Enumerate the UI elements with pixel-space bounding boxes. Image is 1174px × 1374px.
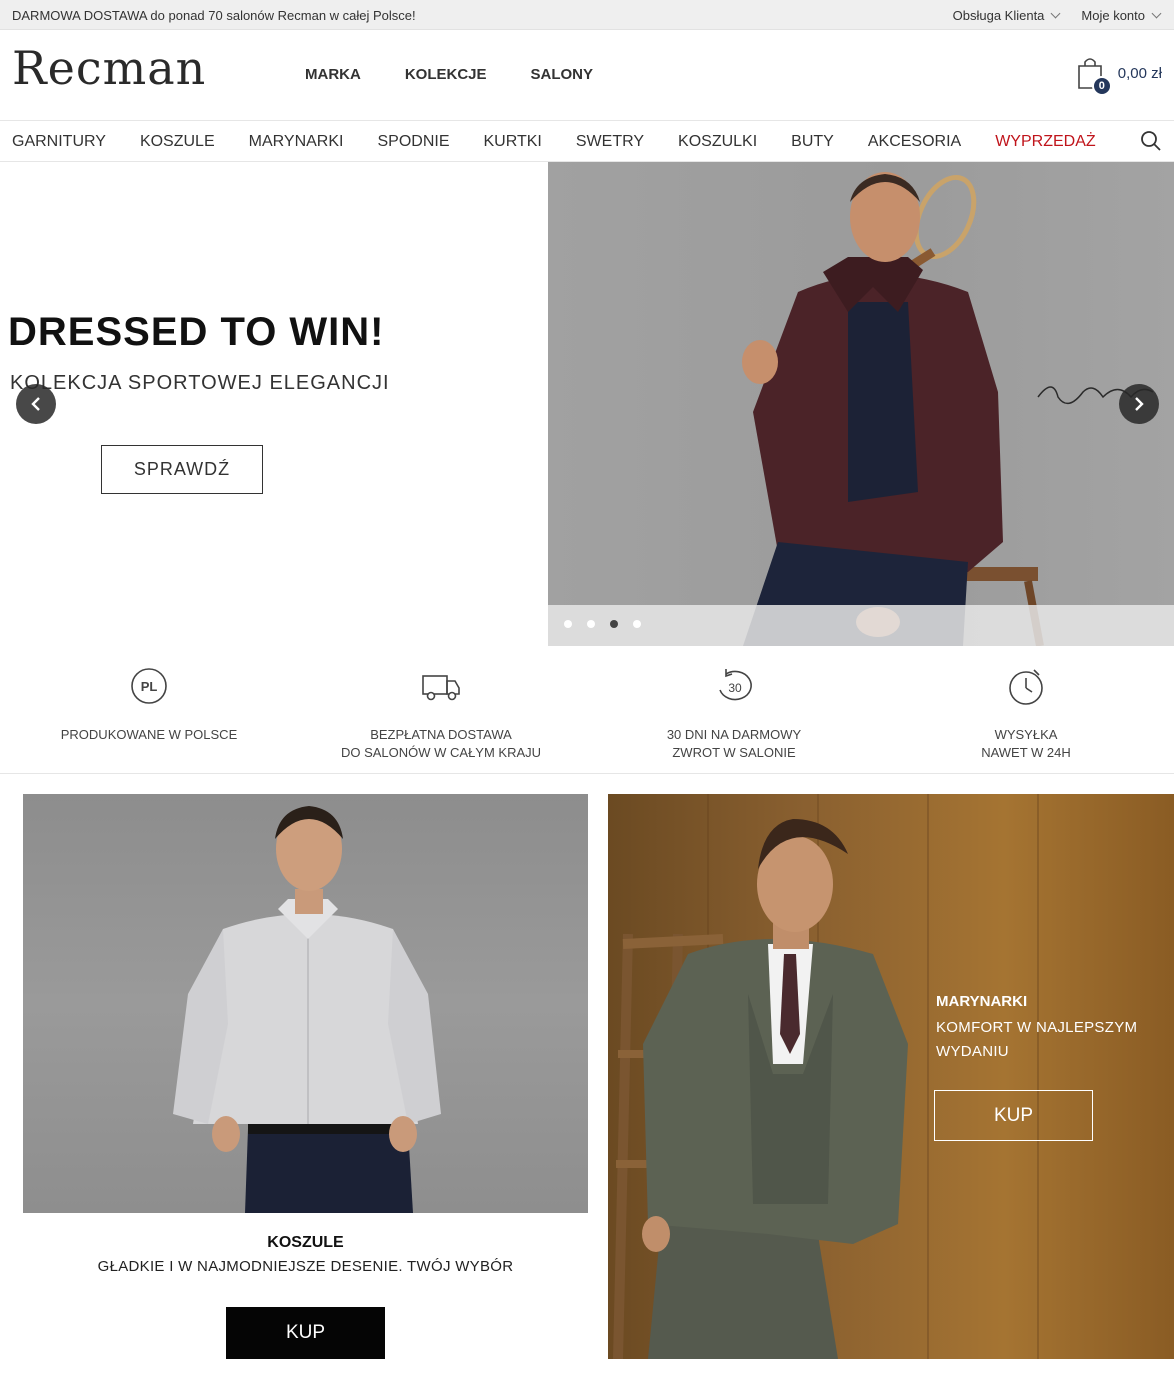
shirts-buy-button[interactable]: KUP: [226, 1307, 385, 1359]
shirts-caption: KOSZULE GŁADKIE I W NAJMODNIEJSZE DESENI…: [23, 1234, 588, 1275]
category-kurtki[interactable]: KURTKI: [483, 133, 541, 151]
cart-count-badge: 0: [1091, 76, 1112, 96]
slider-dot-4[interactable]: [633, 620, 641, 628]
shopping-bag-icon: 0: [1076, 56, 1112, 96]
stopwatch-icon: [1006, 666, 1046, 706]
hero-subtitle: KOLEKCJA SPORTOWEJ ELEGANCJI: [10, 372, 390, 394]
top-info-bar: DARMOWA DOSTAWA do ponad 70 salonów Recm…: [0, 0, 1174, 30]
features-bar: PL PRODUKOWANE W POLSCE BEZPŁATNA DOSTAW…: [0, 646, 1174, 774]
cart-total: 0,00 zł: [1117, 64, 1162, 82]
hero-check-button[interactable]: SPRAWDŹ: [101, 445, 263, 494]
feature-line-1: 30 DNI NA DARMOWY: [666, 727, 802, 742]
slider-dot-3[interactable]: [610, 620, 618, 628]
feature-shipping-24h: WYSYŁKA NAWET W 24H: [880, 666, 1172, 762]
category-swetry[interactable]: SWETRY: [576, 133, 644, 151]
category-koszule[interactable]: KOSZULE: [140, 133, 215, 151]
category-nav: GARNITURY KOSZULE MARYNARKI SPODNIE KURT…: [0, 121, 1174, 162]
chevron-left-icon: [31, 397, 40, 411]
category-buty[interactable]: BUTY: [791, 133, 834, 151]
recman-logo[interactable]: Recman: [12, 41, 240, 102]
feature-made-in-poland: PL PRODUKOWANE W POLSCE: [3, 666, 295, 744]
svg-text:PL: PL: [141, 679, 158, 694]
slider-pagination: [548, 605, 1174, 646]
blazers-tile-image[interactable]: [608, 794, 1174, 1359]
svg-text:30: 30: [728, 681, 742, 695]
search-icon[interactable]: [1140, 130, 1162, 152]
shirts-subtitle: GŁADKIE I W NAJMODNIEJSZE DESENIE. TWÓJ …: [97, 1258, 514, 1275]
category-garnitury[interactable]: GARNITURY: [12, 133, 106, 151]
feature-30-days-return: 30 30 DNI NA DARMOWY ZWROT W SALONIE: [588, 666, 880, 762]
feature-line-1: BEZPŁATNA DOSTAWA: [370, 727, 512, 742]
nav-marka[interactable]: MARKA: [305, 66, 361, 83]
nav-salony[interactable]: SALONY: [531, 66, 594, 83]
free-delivery-promo: DARMOWA DOSTAWA do ponad 70 salonów Recm…: [12, 8, 416, 23]
slider-prev-button[interactable]: [16, 384, 56, 424]
slider-dot-1[interactable]: [564, 620, 572, 628]
site-header: Recman MARKA KOLEKCJE SALONY 0 0,00 zł: [0, 30, 1174, 121]
my-account-label: Moje konto: [1081, 8, 1145, 23]
shirt-model-illustration: [173, 806, 441, 1213]
shirts-tile-image[interactable]: [23, 794, 588, 1213]
main-nav: MARKA KOLEKCJE SALONY: [305, 66, 593, 83]
blazers-buy-button[interactable]: KUP: [934, 1090, 1093, 1141]
cart-button[interactable]: 0 0,00 zł: [1076, 56, 1162, 96]
nav-kolekcje[interactable]: KOLEKCJE: [405, 66, 487, 83]
feature-line-2: DO SALONÓW W CAŁYM KRAJU: [340, 745, 542, 760]
category-spodnie[interactable]: SPODNIE: [377, 133, 449, 151]
delivery-truck-icon: [421, 666, 461, 706]
hero-slider: DRESSED TO WIN! KOLEKCJA SPORTOWEJ ELEGA…: [0, 162, 1174, 646]
chevron-down-icon: [1050, 8, 1061, 19]
slider-next-button[interactable]: [1119, 384, 1159, 424]
slider-dot-2[interactable]: [587, 620, 595, 628]
chevron-down-icon: [1151, 8, 1162, 19]
blazers-title: MARYNARKI: [936, 993, 1028, 1010]
pl-badge-icon: PL: [129, 666, 169, 706]
category-marynarki[interactable]: MARYNARKI: [249, 133, 344, 151]
feature-line-2: NAWET W 24H: [981, 745, 1071, 760]
chevron-right-icon: [1135, 397, 1144, 411]
svg-text:Recman: Recman: [12, 44, 206, 90]
customer-service-dropdown[interactable]: Obsługa Klienta: [952, 8, 1061, 23]
feature-line-1: WYSYŁKA: [994, 727, 1058, 742]
logo-wordmark: Recman: [12, 41, 206, 95]
hero-text-panel: DRESSED TO WIN! KOLEKCJA SPORTOWEJ ELEGA…: [0, 162, 548, 646]
category-akcesoria[interactable]: AKCESORIA: [868, 133, 961, 151]
hero-title: DRESSED TO WIN!: [8, 310, 385, 354]
my-account-dropdown[interactable]: Moje konto: [1081, 8, 1162, 23]
blazer-model-illustration: [613, 794, 1039, 1359]
hero-model-illustration: [742, 172, 1154, 646]
feature-free-delivery: BEZPŁATNA DOSTAWA DO SALONÓW W CAŁYM KRA…: [295, 666, 587, 762]
blazers-subtitle: KOMFORT W NAJLEPSZYM WYDANIU: [936, 1019, 1138, 1060]
category-koszulki[interactable]: KOSZULKI: [678, 133, 757, 151]
hero-image: [548, 162, 1174, 646]
customer-service-label: Obsługa Klienta: [952, 8, 1045, 23]
shirts-title: KOSZULE: [267, 1234, 344, 1251]
feature-line-1: PRODUKOWANE W POLSCE: [60, 727, 238, 742]
feature-line-2: ZWROT W SALONIE: [672, 745, 796, 760]
category-wyprzedaz[interactable]: WYPRZEDAŻ: [995, 133, 1095, 151]
return-30-icon: 30: [714, 666, 754, 706]
